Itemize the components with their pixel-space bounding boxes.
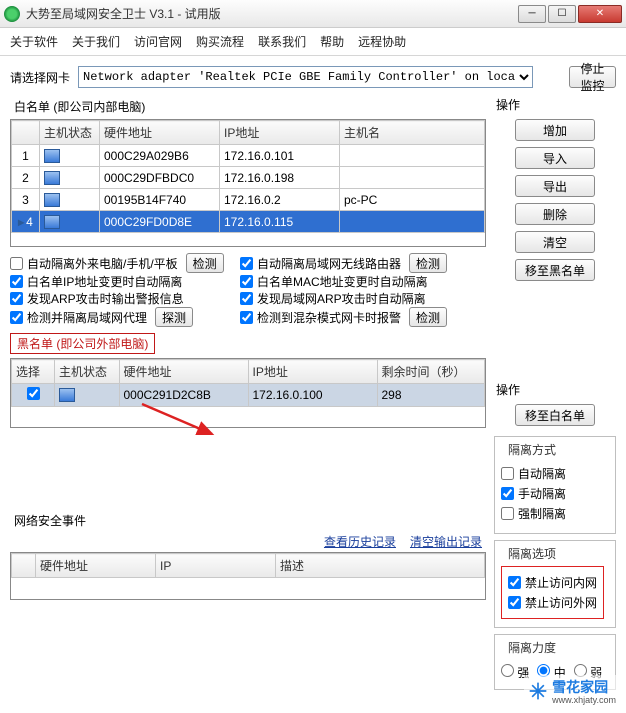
chk-auto-isolate[interactable] xyxy=(501,467,514,480)
monitor-icon xyxy=(44,215,60,229)
table-row[interactable]: ▸4 000C29FD0D8E 172.16.0.115 xyxy=(12,211,485,233)
chk-arp-isolate[interactable] xyxy=(240,292,253,305)
events-table: 硬件地址 IP 描述 xyxy=(10,552,486,600)
col-select[interactable]: 选择 xyxy=(12,360,55,384)
col-ip[interactable]: IP地址 xyxy=(220,121,340,145)
menu-about-software[interactable]: 关于软件 xyxy=(10,33,58,50)
table-row[interactable]: 1 000C29A029B6 172.16.0.101 xyxy=(12,145,485,167)
chk-isolate-external[interactable] xyxy=(10,257,23,270)
table-row[interactable]: 2 000C29DFBDC0 172.16.0.198 xyxy=(12,167,485,189)
isolation-mode-title: 隔离方式 xyxy=(505,441,559,458)
table-row[interactable]: 000C291D2C8B 172.16.0.100 298 xyxy=(12,384,485,407)
chk-isolate-router[interactable] xyxy=(240,257,253,270)
close-button[interactable]: ✕ xyxy=(578,5,622,23)
chk-block-internet[interactable] xyxy=(508,596,521,609)
whitelist-table: 主机状态 硬件地址 IP地址 主机名 1 000C29A029B6 172.16… xyxy=(10,119,486,247)
chk-manual-isolate[interactable] xyxy=(501,487,514,500)
events-title: 网络安全事件 xyxy=(14,512,486,529)
minimize-button[interactable]: ─ xyxy=(518,5,546,23)
detect-button-3[interactable]: 检测 xyxy=(409,307,447,327)
chk-promisc[interactable] xyxy=(240,311,253,324)
isolation-level-title: 隔离力度 xyxy=(505,639,559,656)
move-to-blacklist-button[interactable]: 移至黑名单 xyxy=(515,259,595,281)
watermark: 雪花家园 www.xhjaty.com xyxy=(524,675,620,707)
col-index xyxy=(12,121,40,145)
isolation-options-title: 隔离选项 xyxy=(505,545,559,562)
whitelist-title: 白名单 (即公司内部电脑) xyxy=(14,98,486,115)
row-marker-icon: ▸ xyxy=(18,215,26,229)
detect-button-2[interactable]: 检测 xyxy=(409,253,447,273)
row-select[interactable] xyxy=(27,387,40,400)
app-icon xyxy=(4,6,20,22)
menu-about-us[interactable]: 关于我们 xyxy=(72,33,120,50)
maximize-button[interactable]: ☐ xyxy=(548,5,576,23)
chk-proxy[interactable] xyxy=(10,311,23,324)
col-time[interactable]: 剩余时间（秒） xyxy=(377,360,485,384)
nic-label: 请选择网卡 xyxy=(10,69,70,86)
detect-button-1[interactable]: 检测 xyxy=(186,253,224,273)
stop-monitor-button[interactable]: 停止监控 xyxy=(569,66,616,88)
col-desc[interactable]: 描述 xyxy=(276,554,485,578)
monitor-icon xyxy=(44,193,60,207)
clear-output-link[interactable]: 清空输出记录 xyxy=(410,533,482,550)
import-button[interactable]: 导入 xyxy=(515,147,595,169)
window-title: 大势至局域网安全卫士 V3.1 - 试用版 xyxy=(26,5,516,22)
chk-arp-alert[interactable] xyxy=(10,292,23,305)
ops-title: 操作 xyxy=(496,96,616,113)
menu-purchase[interactable]: 购买流程 xyxy=(196,33,244,50)
clear-button[interactable]: 清空 xyxy=(515,231,595,253)
chk-force-isolate[interactable] xyxy=(501,507,514,520)
radio-strong[interactable] xyxy=(501,664,514,677)
monitor-icon xyxy=(59,388,75,402)
delete-button[interactable]: 删除 xyxy=(515,203,595,225)
blacklist-table: 选择 主机状态 硬件地址 IP地址 剩余时间（秒） 000C291D2C8B 1… xyxy=(10,358,486,428)
move-to-whitelist-button[interactable]: 移至白名单 xyxy=(515,404,595,426)
chk-wl-mac-change[interactable] xyxy=(240,275,253,288)
menu-help[interactable]: 帮助 xyxy=(320,33,344,50)
ops-title-2: 操作 xyxy=(496,381,616,398)
nic-select[interactable]: Network adapter 'Realtek PCIe GBE Family… xyxy=(78,66,533,88)
col-mac[interactable]: 硬件地址 xyxy=(119,360,248,384)
col-ip[interactable]: IP xyxy=(156,554,276,578)
col-host[interactable]: 主机状态 xyxy=(40,121,100,145)
menu-contact[interactable]: 联系我们 xyxy=(258,33,306,50)
add-button[interactable]: 增加 xyxy=(515,119,595,141)
col-mac[interactable]: 硬件地址 xyxy=(36,554,156,578)
probe-button[interactable]: 探测 xyxy=(155,307,193,327)
table-row[interactable]: 3 00195B14F740 172.16.0.2 pc-PC xyxy=(12,189,485,211)
menu-bar: 关于软件 关于我们 访问官网 购买流程 联系我们 帮助 远程协助 xyxy=(0,28,626,56)
export-button[interactable]: 导出 xyxy=(515,175,595,197)
col-name[interactable]: 主机名 xyxy=(340,121,485,145)
monitor-icon xyxy=(44,149,60,163)
history-link[interactable]: 查看历史记录 xyxy=(324,533,396,550)
col-host[interactable]: 主机状态 xyxy=(55,360,120,384)
menu-remote-assist[interactable]: 远程协助 xyxy=(358,33,406,50)
col-mac[interactable]: 硬件地址 xyxy=(100,121,220,145)
chk-block-intranet[interactable] xyxy=(508,576,521,589)
col-ip[interactable]: IP地址 xyxy=(248,360,377,384)
monitor-icon xyxy=(44,171,60,185)
chk-wl-ip-change[interactable] xyxy=(10,275,23,288)
snowflake-icon xyxy=(528,681,548,701)
menu-website[interactable]: 访问官网 xyxy=(134,33,182,50)
blacklist-title: 黑名单 (即公司外部电脑) xyxy=(10,333,155,354)
